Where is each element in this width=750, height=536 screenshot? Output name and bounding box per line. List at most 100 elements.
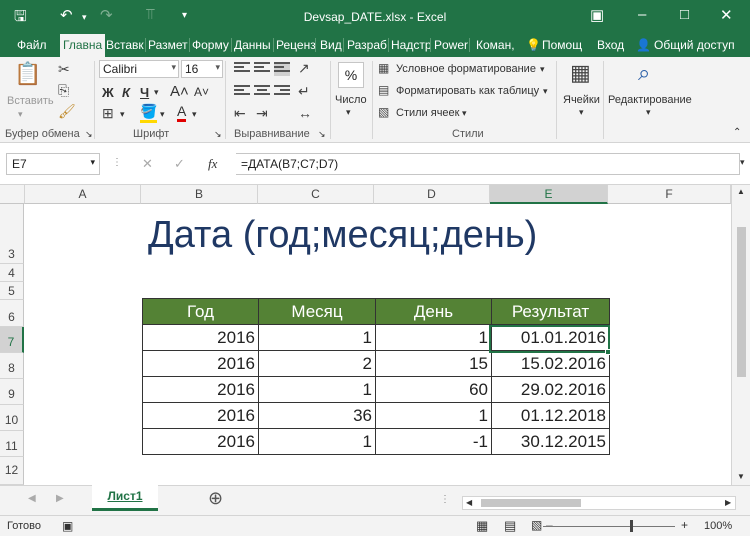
borders-icon[interactable]: ⊞ <box>102 105 114 122</box>
table-cell[interactable]: 2 <box>258 350 376 377</box>
formula-input[interactable]: =ДАТА(B7;C7;D7) <box>236 153 740 175</box>
cells-dropdown-icon[interactable]: ▾ <box>579 107 584 118</box>
page-break-view-icon[interactable]: ▧ <box>531 518 542 532</box>
table-cell[interactable]: 01.12.2018 <box>491 402 610 429</box>
font-name-select[interactable]: Calibri ▾ <box>99 60 179 78</box>
cell-styles-icon[interactable]: ▧ <box>378 105 389 119</box>
scroll-left-icon[interactable]: ◀ <box>466 498 472 507</box>
align-top-icon[interactable] <box>234 62 250 76</box>
table-cell[interactable]: 1 <box>375 402 492 429</box>
row-header-3[interactable]: 3 <box>0 204 24 264</box>
table-cell[interactable]: 2016 <box>142 376 259 403</box>
name-box-dropdown-icon[interactable]: ▾ <box>90 157 95 168</box>
table-cell[interactable]: 15.02.2016 <box>491 350 610 377</box>
fill-color-icon[interactable]: 🪣 <box>140 103 158 123</box>
conditional-format-dropdown-icon[interactable]: ▾ <box>540 64 545 75</box>
row-header-8[interactable]: 8 <box>0 353 24 379</box>
row-header-6[interactable]: 6 <box>0 300 24 327</box>
select-all-corner[interactable] <box>0 185 25 204</box>
cell-styles-dropdown-icon[interactable]: ▾ <box>462 108 467 119</box>
table-cell[interactable]: 2016 <box>142 402 259 429</box>
cell-styles-button[interactable]: Стили ячеек <box>396 107 459 119</box>
merge-center-icon[interactable]: ↔ <box>298 105 312 121</box>
insert-function-icon[interactable]: fx <box>208 156 217 172</box>
bold-button[interactable]: Ж <box>102 85 114 100</box>
tab-review[interactable]: Реценз <box>276 38 316 52</box>
underline-dropdown-icon[interactable]: ▾ <box>154 87 159 98</box>
editing-button[interactable]: Редактирование <box>608 94 692 106</box>
decrease-indent-icon[interactable]: ⇤ <box>234 105 246 122</box>
normal-view-icon[interactable]: ▦ <box>476 518 488 534</box>
conditional-format-icon[interactable]: ▦ <box>378 61 389 75</box>
alignment-launcher-icon[interactable]: ↘ <box>318 129 326 140</box>
add-sheet-icon[interactable]: ⊕ <box>208 488 223 509</box>
font-size-select[interactable]: 16 ▾ <box>181 60 223 78</box>
wrap-text-icon[interactable]: ↵ <box>298 83 310 100</box>
lightbulb-icon[interactable]: 💡 <box>526 38 541 52</box>
zoom-slider-knob[interactable] <box>630 520 633 532</box>
format-as-table-button[interactable]: Форматировать как таблицу <box>396 85 539 97</box>
font-color-icon[interactable]: A <box>177 103 187 122</box>
tab-file[interactable]: Файл <box>17 38 47 52</box>
table-cell[interactable]: 15 <box>375 350 492 377</box>
increase-indent-icon[interactable]: ⇥ <box>256 105 268 122</box>
sheet-tab-1[interactable]: Лист1 <box>92 485 158 511</box>
align-left-icon[interactable] <box>234 85 250 99</box>
tab-data[interactable]: Данны <box>234 38 274 52</box>
share-button[interactable]: Общий доступ <box>654 38 735 52</box>
number-format-button[interactable]: Число <box>335 94 367 106</box>
paste-button-label[interactable]: Вставить <box>7 95 54 107</box>
scroll-up-icon[interactable]: ▲ <box>737 187 745 196</box>
align-right-icon[interactable] <box>274 85 290 99</box>
split-handle-icon[interactable]: ⋮ <box>440 494 450 505</box>
table-header-cell[interactable]: День <box>375 298 492 325</box>
copy-icon[interactable]: ⎘ <box>58 82 69 99</box>
prev-sheet-icon[interactable]: ◀ <box>28 493 36 504</box>
tab-team[interactable]: Коман, <box>476 38 518 52</box>
tab-home[interactable]: Главна <box>60 34 106 57</box>
table-cell[interactable]: 29.02.2016 <box>491 376 610 403</box>
paste-icon[interactable]: 📋 <box>14 61 41 87</box>
table-cell[interactable]: 1 <box>258 428 376 455</box>
expand-formula-icon[interactable]: ▾ <box>740 157 745 168</box>
horizontal-scroll-thumb[interactable] <box>481 499 581 507</box>
sheet-title-cell[interactable]: Дата (год;месяц;день) <box>148 214 537 257</box>
tab-insert[interactable]: Вставк <box>106 38 146 52</box>
tab-formulas[interactable]: Форму <box>192 38 232 52</box>
font-color-dropdown-icon[interactable]: ▾ <box>192 109 197 120</box>
percent-icon[interactable]: % <box>338 62 364 88</box>
number-dropdown-icon[interactable]: ▾ <box>346 107 351 118</box>
table-cell[interactable]: 60 <box>375 376 492 403</box>
row-header-12[interactable]: 12 <box>0 457 24 485</box>
table-cell[interactable]: 30.12.2015 <box>491 428 610 455</box>
worksheet-grid[interactable]: A B C D E F 3 4 5 6 7 8 9 10 11 12 Дата … <box>0 185 750 485</box>
collapse-ribbon-icon[interactable]: ⌃ <box>733 127 741 138</box>
next-sheet-icon[interactable]: ▶ <box>56 493 64 504</box>
clipboard-launcher-icon[interactable]: ↘ <box>85 129 93 140</box>
column-header-a[interactable]: A <box>25 185 141 204</box>
fill-handle[interactable] <box>605 349 611 355</box>
fill-dropdown-icon[interactable]: ▾ <box>160 109 165 120</box>
zoom-in-icon[interactable]: + <box>681 518 688 532</box>
table-cell[interactable]: 1 <box>258 376 376 403</box>
borders-dropdown-icon[interactable]: ▾ <box>120 109 125 120</box>
table-cell[interactable]: 2016 <box>142 428 259 455</box>
conditional-format-button[interactable]: Условное форматирование <box>396 63 536 75</box>
row-header-10[interactable]: 10 <box>0 405 24 431</box>
name-box[interactable]: E7 ▾ <box>6 153 100 175</box>
maximize-icon[interactable]: □ <box>680 6 689 23</box>
close-icon[interactable]: ✕ <box>720 6 733 24</box>
cells-button[interactable]: Ячейки <box>563 94 600 106</box>
table-cell[interactable]: 1 <box>375 324 492 351</box>
zoom-slider[interactable] <box>543 526 675 527</box>
row-header-4[interactable]: 4 <box>0 264 24 282</box>
column-header-f[interactable]: F <box>608 185 731 204</box>
tab-developer[interactable]: Разраб <box>347 38 389 52</box>
column-header-d[interactable]: D <box>374 185 490 204</box>
zoom-out-icon[interactable]: – <box>546 518 553 532</box>
align-center-icon[interactable] <box>254 85 270 99</box>
decrease-font-icon[interactable]: A˅ <box>194 85 209 99</box>
minimize-icon[interactable]: – <box>638 6 646 23</box>
table-cell[interactable]: 1 <box>258 324 376 351</box>
enter-formula-icon[interactable]: ✓ <box>174 156 185 172</box>
